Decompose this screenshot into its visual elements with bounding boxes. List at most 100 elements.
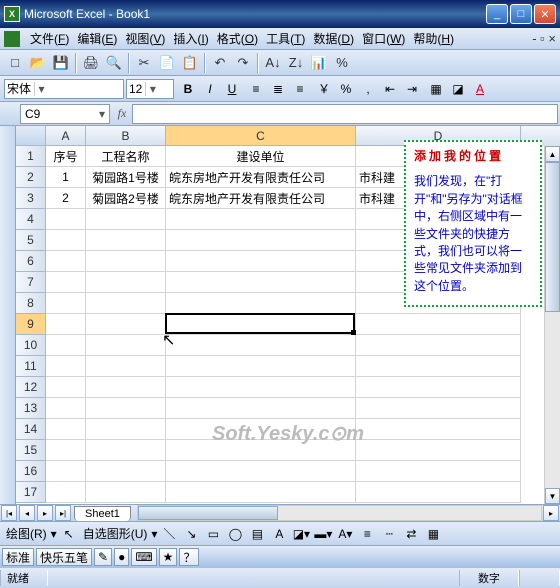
name-box[interactable]: C9 ▾ <box>20 104 110 124</box>
line-color-icon[interactable]: ▬▾ <box>313 524 333 544</box>
currency-icon[interactable]: ￥ <box>314 79 334 99</box>
cell[interactable] <box>86 419 166 440</box>
row-header[interactable]: 12 <box>16 377 46 398</box>
scroll-up-icon[interactable]: ▲ <box>545 146 560 162</box>
menu-item-3[interactable]: 插入(I) <box>169 28 212 49</box>
cell[interactable] <box>46 419 86 440</box>
percent-fmt-icon[interactable]: % <box>336 79 356 99</box>
close-button[interactable]: ✕ <box>534 4 556 24</box>
row-header[interactable]: 7 <box>16 272 46 293</box>
cell[interactable] <box>166 440 356 461</box>
cell[interactable] <box>46 377 86 398</box>
border-icon[interactable]: ▦ <box>426 79 446 99</box>
pointer-icon[interactable]: ↖ <box>59 524 79 544</box>
cell[interactable] <box>86 440 166 461</box>
cell[interactable]: 皖东房地产开发有限责任公司 <box>166 188 356 209</box>
cell[interactable] <box>356 314 521 335</box>
copy-icon[interactable]: 📄 <box>156 52 178 74</box>
cell[interactable] <box>166 251 356 272</box>
cell[interactable]: 菊园路1号楼 <box>86 167 166 188</box>
cell[interactable] <box>46 251 86 272</box>
print-icon[interactable]: 🖨 <box>80 52 102 74</box>
cell[interactable] <box>166 398 356 419</box>
wordart-icon[interactable]: A <box>269 524 289 544</box>
ime-btn2[interactable]: ● <box>114 548 129 566</box>
tab-nav-prev-icon[interactable]: ◂ <box>19 505 35 521</box>
cell[interactable] <box>46 314 86 335</box>
paste-icon[interactable]: 📋 <box>179 52 201 74</box>
row-header[interactable]: 3 <box>16 188 46 209</box>
bold-icon[interactable]: B <box>178 79 198 99</box>
cell[interactable] <box>356 356 521 377</box>
scroll-thumb[interactable] <box>545 162 560 312</box>
cell[interactable] <box>166 419 356 440</box>
sort-asc-icon[interactable]: A↓ <box>262 52 284 74</box>
align-center-icon[interactable]: ≣ <box>268 79 288 99</box>
cell[interactable] <box>46 335 86 356</box>
tab-nav-next-icon[interactable]: ▸ <box>37 505 53 521</box>
cell[interactable] <box>356 398 521 419</box>
chart-icon[interactable]: 📊 <box>308 52 330 74</box>
cell[interactable] <box>86 272 166 293</box>
cell[interactable]: 工程名称 <box>86 146 166 167</box>
cell[interactable] <box>356 377 521 398</box>
cell[interactable] <box>86 209 166 230</box>
cell[interactable] <box>46 356 86 377</box>
hscroll-thumb[interactable] <box>138 506 278 520</box>
cell[interactable] <box>166 230 356 251</box>
cell[interactable]: 2 <box>46 188 86 209</box>
textbox-icon[interactable]: ▤ <box>247 524 267 544</box>
cell[interactable] <box>166 209 356 230</box>
cell[interactable] <box>166 335 356 356</box>
tab-nav-last-icon[interactable]: ▸| <box>55 505 71 521</box>
tab-nav-first-icon[interactable]: |◂ <box>1 505 17 521</box>
cell[interactable] <box>46 209 86 230</box>
formula-input[interactable] <box>132 104 558 124</box>
undo-icon[interactable]: ↶ <box>209 52 231 74</box>
cell[interactable] <box>356 482 521 503</box>
cell[interactable] <box>86 461 166 482</box>
menu-item-7[interactable]: 窗口(W) <box>358 28 409 49</box>
cell[interactable] <box>166 314 356 335</box>
preview-icon[interactable]: 🔍 <box>103 52 125 74</box>
ime-std[interactable]: 标准 <box>2 548 34 566</box>
new-icon[interactable]: □ <box>4 52 26 74</box>
menu-item-6[interactable]: 数据(D) <box>309 28 358 49</box>
cell[interactable] <box>86 293 166 314</box>
horizontal-scrollbar[interactable] <box>137 505 542 521</box>
sort-desc-icon[interactable]: Z↓ <box>285 52 307 74</box>
dash-style-icon[interactable]: ┄ <box>379 524 399 544</box>
italic-icon[interactable]: I <box>200 79 220 99</box>
mdi-buttons[interactable]: - ▫ × <box>532 31 560 46</box>
rect-icon[interactable]: ▭ <box>203 524 223 544</box>
cell[interactable] <box>46 293 86 314</box>
menu-item-0[interactable]: 文件(F) <box>26 28 73 49</box>
cell[interactable] <box>86 356 166 377</box>
cell[interactable]: 皖东房地产开发有限责任公司 <box>166 167 356 188</box>
fill-icon[interactable]: ◪ <box>448 79 468 99</box>
ime-btn1[interactable]: ✎ <box>94 548 112 566</box>
fx-icon[interactable]: fx <box>112 106 132 121</box>
menu-item-5[interactable]: 工具(T) <box>262 28 309 49</box>
align-left-icon[interactable]: ≡ <box>246 79 266 99</box>
cell[interactable] <box>46 461 86 482</box>
oval-icon[interactable]: ◯ <box>225 524 245 544</box>
font-color2-icon[interactable]: A▾ <box>335 524 355 544</box>
cell[interactable] <box>356 335 521 356</box>
chevron-down-icon[interactable]: ▾ <box>99 107 105 121</box>
row-header[interactable]: 15 <box>16 440 46 461</box>
cell[interactable] <box>86 230 166 251</box>
menu-item-4[interactable]: 格式(O) <box>213 28 262 49</box>
cell[interactable]: 序号 <box>46 146 86 167</box>
cell[interactable] <box>166 482 356 503</box>
row-header[interactable]: 10 <box>16 335 46 356</box>
font-size-combo[interactable]: 12▾ <box>126 79 174 99</box>
maximize-button[interactable]: □ <box>510 4 532 24</box>
cell[interactable]: 菊园路2号楼 <box>86 188 166 209</box>
cell[interactable] <box>46 272 86 293</box>
column-header[interactable]: B <box>86 126 166 146</box>
cell[interactable] <box>356 440 521 461</box>
cell[interactable] <box>166 272 356 293</box>
cell[interactable] <box>86 377 166 398</box>
cell[interactable] <box>356 419 521 440</box>
